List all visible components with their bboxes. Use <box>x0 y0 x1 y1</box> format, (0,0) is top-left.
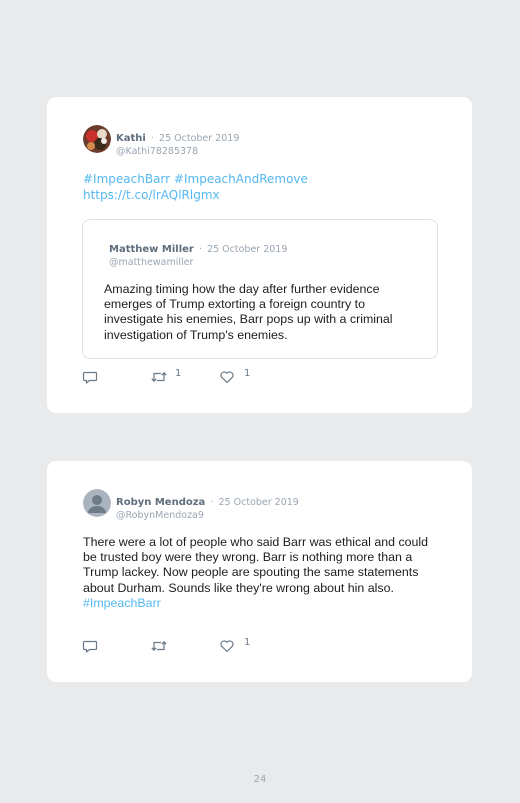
tweet-date[interactable]: 25 October 2019 <box>159 133 239 144</box>
tweet-body: There were a lot of people who said Barr… <box>83 535 429 595</box>
meta-separator: · <box>210 497 214 508</box>
meta-separator: · <box>150 133 154 144</box>
author-handle[interactable]: @Kathi78285378 <box>116 146 239 157</box>
quoted-tweet-date: 25 October 2019 <box>207 244 288 255</box>
tweet-meta: Kathi · 25 October 2019 @Kathi78285378 <box>116 126 239 157</box>
avatar[interactable] <box>83 489 111 517</box>
quoted-tweet[interactable]: Matthew Miller · 25 October 2019 @matthe… <box>82 219 438 359</box>
retweet-icon <box>151 371 167 383</box>
tweet-card: Robyn Mendoza · 25 October 2019 @RobynMe… <box>47 461 472 682</box>
author-name[interactable]: Robyn Mendoza <box>116 497 205 508</box>
tweet-card: Kathi · 25 October 2019 @Kathi78285378 #… <box>47 97 472 413</box>
like-count: 1 <box>244 637 251 648</box>
heart-icon <box>220 640 234 653</box>
hashtag-link[interactable]: #ImpeachBarr <box>83 172 170 186</box>
quoted-tweet-text: Amazing timing how the day after further… <box>104 282 393 342</box>
hashtag-link[interactable]: #ImpeachBarr <box>83 596 161 610</box>
tweet-meta: Robyn Mendoza · 25 October 2019 @RobynMe… <box>116 490 299 521</box>
retweet-count: 1 <box>175 368 182 379</box>
retweet-icon <box>151 640 167 652</box>
tweet-text: #ImpeachBarr #ImpeachAndRemove https://t… <box>83 171 333 203</box>
url-link[interactable]: https://t.co/lrAQlRlgmx <box>83 188 220 202</box>
meta-separator: · <box>198 244 202 255</box>
reply-icon <box>82 640 98 653</box>
hashtag-link[interactable]: #ImpeachAndRemove <box>174 172 308 186</box>
author-name[interactable]: Kathi <box>116 133 146 144</box>
page-number: 24 <box>253 774 267 785</box>
tweet-text: There were a lot of people who said Barr… <box>83 535 443 611</box>
author-handle[interactable]: @RobynMendoza9 <box>116 510 299 521</box>
quoted-author-handle[interactable]: @matthewamiller <box>109 257 287 268</box>
tweet-date[interactable]: 25 October 2019 <box>219 497 299 508</box>
quoted-tweet-meta: Matthew Miller · 25 October 2019 @matthe… <box>109 237 287 268</box>
avatar[interactable] <box>83 125 111 153</box>
heart-icon <box>220 371 234 384</box>
quoted-author-name[interactable]: Matthew Miller <box>109 244 194 255</box>
like-count: 1 <box>244 368 251 379</box>
reply-icon <box>82 371 98 384</box>
